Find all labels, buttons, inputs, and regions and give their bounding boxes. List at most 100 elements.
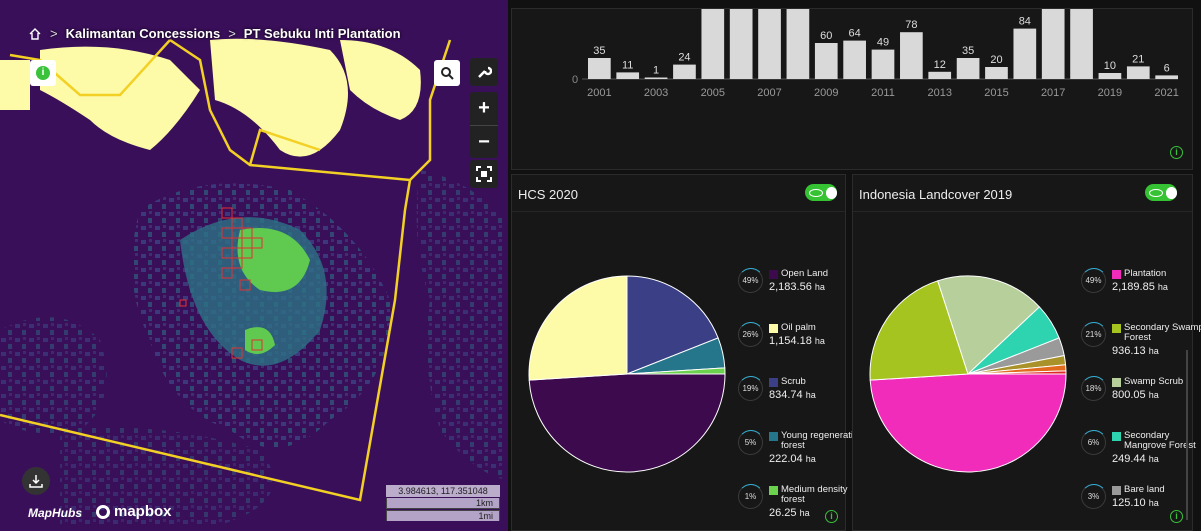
info-icon[interactable]: i xyxy=(1170,510,1183,523)
legend-value-unit: ha xyxy=(1148,346,1159,356)
pie-slice-open-land[interactable] xyxy=(528,373,726,473)
map-info-button[interactable]: i xyxy=(30,60,56,86)
x-tick-label: 2009 xyxy=(814,87,838,99)
bar-2021[interactable] xyxy=(1155,75,1178,79)
toggle-knob xyxy=(825,186,837,199)
legend-swatch xyxy=(769,324,778,333)
wrench-icon xyxy=(478,66,492,78)
breadcrumb-item-kalimantan[interactable]: Kalimantan Concessions xyxy=(66,26,221,41)
scrollbar[interactable] xyxy=(1186,350,1188,520)
layer-visibility-toggle[interactable] xyxy=(805,184,837,201)
hcs-2020-panel: HCS 2020 49% Open Land 2,183.56 ha 26% Oil p… xyxy=(511,174,864,531)
landcover-pie-chart xyxy=(869,275,1067,473)
bar-2001[interactable] xyxy=(588,58,611,79)
info-icon[interactable]: i xyxy=(825,510,838,523)
panel-title: Indonesia Landcover 2019 xyxy=(859,187,1013,202)
panel-title: HCS 2020 xyxy=(518,187,578,202)
bar-2009[interactable] xyxy=(814,43,838,79)
legend-swatch xyxy=(1112,378,1121,387)
map-panel[interactable]: > Kalimantan Concessions > PT Sebuku Int… xyxy=(0,0,508,531)
legend-value-number: 222.04 xyxy=(769,453,806,465)
search-icon xyxy=(441,67,454,80)
percent-ring-arc xyxy=(737,267,764,294)
bar-2007[interactable] xyxy=(758,7,781,79)
scale-bar-km: 1km xyxy=(386,498,500,509)
bar-2005[interactable] xyxy=(701,7,725,79)
bar-2006[interactable] xyxy=(729,7,753,79)
map-tools-button[interactable] xyxy=(470,58,498,86)
fullscreen-button[interactable] xyxy=(470,160,498,188)
percent-ring: 49% xyxy=(1080,267,1107,294)
bar-value-label: 12 xyxy=(934,59,946,71)
breadcrumb-item-plantation[interactable]: PT Sebuku Inti Plantation xyxy=(244,26,401,41)
bar-2003[interactable] xyxy=(644,77,668,80)
x-tick-label: 2021 xyxy=(1154,87,1178,99)
breadcrumb: > Kalimantan Concessions > PT Sebuku Int… xyxy=(28,26,401,41)
bar-value-label: 11 xyxy=(622,59,633,71)
eye-icon xyxy=(1149,188,1163,197)
bar-2014[interactable] xyxy=(956,58,980,79)
x-tick-label: 2019 xyxy=(1098,87,1122,99)
percent-ring-arc xyxy=(1080,321,1107,348)
bar-2004[interactable] xyxy=(673,64,696,79)
legend-swatch xyxy=(769,432,778,441)
bar-2002[interactable] xyxy=(616,72,640,79)
percent-ring: 5% xyxy=(737,429,764,456)
bar-2015[interactable] xyxy=(985,67,1008,79)
percent-ring-arc xyxy=(1080,375,1107,402)
percent-ring: 18% xyxy=(1080,375,1107,402)
legend-swatch xyxy=(769,486,778,495)
mapbox-logo-text: mapbox xyxy=(114,503,172,520)
map-canvas[interactable] xyxy=(0,0,508,531)
legend-value: 1,154.18 ha xyxy=(769,335,825,347)
percent-ring-arc xyxy=(737,321,764,348)
map-search-button[interactable] xyxy=(434,60,460,86)
x-tick-label: 2007 xyxy=(757,87,781,99)
layer-visibility-toggle[interactable] xyxy=(1145,184,1177,201)
breadcrumb-separator: > xyxy=(228,26,236,41)
bar-value-label: 6 xyxy=(1164,62,1170,74)
legend-value-number: 125.10 xyxy=(1112,497,1149,509)
legend-value-unit: ha xyxy=(814,336,825,346)
percent-ring-arc xyxy=(1080,429,1107,456)
bar-value-label: 20 xyxy=(990,54,1002,66)
percent-ring-arc xyxy=(737,429,764,456)
bar-value-label: 35 xyxy=(962,45,974,57)
bar-2010[interactable] xyxy=(843,40,866,79)
pie-slice-plantation[interactable] xyxy=(869,373,1067,473)
home-icon[interactable] xyxy=(28,27,42,40)
bar-2013[interactable] xyxy=(928,71,952,79)
eye-icon xyxy=(809,188,823,197)
zoom-control: + − xyxy=(470,92,498,158)
bar-2011[interactable] xyxy=(871,49,895,79)
legend-value: 2,183.56 ha xyxy=(769,281,825,293)
download-button[interactable] xyxy=(22,467,50,495)
legend-value-unit: ha xyxy=(805,454,816,464)
bar-2017[interactable] xyxy=(1041,7,1065,79)
mapbox-logo-icon xyxy=(96,504,110,519)
bar-2019[interactable] xyxy=(1098,73,1122,79)
scale-bar-mi: 1mi xyxy=(386,510,500,521)
legend-value-unit: ha xyxy=(799,508,810,518)
bar-2008[interactable] xyxy=(786,7,810,79)
x-tick-label: 2017 xyxy=(1041,87,1065,99)
legend-value-number: 26.25 xyxy=(769,507,800,519)
legend-value-number: 249.44 xyxy=(1112,453,1149,465)
zoom-in-button[interactable]: + xyxy=(470,92,498,125)
legend-swatch xyxy=(769,270,778,279)
legend-label: Plantation xyxy=(1124,268,1167,279)
pie-slice-oil-palm[interactable] xyxy=(528,275,628,381)
legend-value-number: 2,183.56 xyxy=(769,281,815,293)
legend-value-unit: ha xyxy=(805,390,816,400)
bar-2012[interactable] xyxy=(900,32,923,79)
info-icon[interactable]: i xyxy=(1170,146,1183,159)
zoom-out-button[interactable]: − xyxy=(470,125,498,158)
legend-value-unit: ha xyxy=(814,282,825,292)
bar-2020[interactable] xyxy=(1126,66,1150,79)
mapbox-logo: mapbox xyxy=(96,503,172,520)
bar-2018[interactable] xyxy=(1070,7,1093,79)
legend-value-number: 1,154.18 xyxy=(769,335,815,347)
legend-value: 222.04 ha xyxy=(769,453,816,465)
bar-2016[interactable] xyxy=(1013,28,1037,80)
percent-ring-arc xyxy=(1080,267,1107,294)
